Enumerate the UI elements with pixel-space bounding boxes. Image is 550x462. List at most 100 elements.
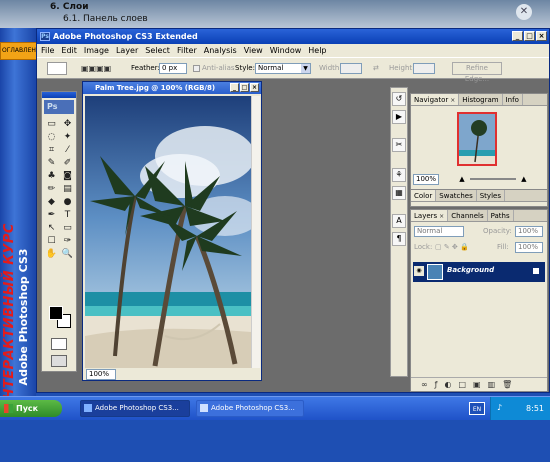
- menu-edit[interactable]: Edit: [61, 46, 77, 55]
- height-input[interactable]: [413, 63, 435, 74]
- tab-navigator[interactable]: Navigator ×: [411, 94, 460, 105]
- magic-wand-icon[interactable]: ✦: [60, 131, 75, 143]
- link-layers-icon[interactable]: ∞: [421, 378, 428, 391]
- hand-tool-icon[interactable]: ✋: [44, 248, 59, 260]
- eraser-tool-icon[interactable]: ✏: [44, 183, 59, 195]
- width-input[interactable]: [340, 63, 362, 74]
- blur-tool-icon[interactable]: ◆: [44, 196, 59, 208]
- adjustment-layer-icon[interactable]: □: [458, 378, 466, 391]
- quick-mask-icon[interactable]: [51, 338, 67, 350]
- close-icon[interactable]: ×: [450, 97, 455, 104]
- tab-layers[interactable]: Layers ×: [411, 210, 449, 221]
- marquee-tool-icon[interactable]: ▭: [44, 118, 59, 130]
- path-selection-icon[interactable]: ↖: [44, 222, 59, 234]
- paragraph-panel-icon[interactable]: ¶: [392, 232, 406, 246]
- menu-layer[interactable]: Layer: [116, 46, 138, 55]
- document-status-bar: 100%: [83, 369, 261, 380]
- tab-styles[interactable]: Styles: [477, 190, 505, 201]
- language-indicator[interactable]: EN: [469, 402, 485, 415]
- eyedropper-icon[interactable]: ✑: [60, 235, 75, 247]
- maximize-button[interactable]: □: [524, 31, 535, 41]
- character-panel-icon[interactable]: A: [392, 214, 406, 228]
- document-window: Palm Tree.jpg @ 100% (RGB/8) _ □ × 100%: [82, 81, 262, 381]
- zoom-field[interactable]: 100%: [86, 369, 116, 380]
- move-tool-icon[interactable]: ✥: [60, 118, 75, 130]
- zoom-in-icon[interactable]: ▲: [521, 175, 526, 183]
- tab-swatches[interactable]: Swatches: [436, 190, 477, 201]
- selection-mode-icons[interactable]: ▣▣▣▣: [81, 63, 121, 74]
- eye-icon[interactable]: ◉: [414, 266, 424, 276]
- menu-filter[interactable]: Filter: [177, 46, 197, 55]
- taskbar-item-course[interactable]: Adobe Photoshop CS3...: [196, 400, 304, 417]
- slice-tool-icon[interactable]: ⁄: [60, 144, 75, 156]
- trash-icon[interactable]: 🗑: [502, 378, 512, 391]
- history-panel-icon[interactable]: ↺: [392, 92, 406, 106]
- antialias-checkbox[interactable]: [193, 65, 200, 72]
- shape-tool-icon[interactable]: ▭: [60, 222, 75, 234]
- zoom-tool-icon[interactable]: 🔍: [60, 248, 75, 260]
- marquee-preset-icon[interactable]: [47, 62, 67, 75]
- palm-tree-photo[interactable]: [85, 96, 251, 368]
- gradient-tool-icon[interactable]: ▤: [60, 183, 75, 195]
- layer-style-icon[interactable]: ƒ: [435, 378, 438, 391]
- menu-file[interactable]: File: [41, 46, 54, 55]
- layer-mask-icon[interactable]: ◐: [445, 378, 452, 391]
- start-button[interactable]: Пуск: [0, 400, 62, 417]
- navigator-zoom-field[interactable]: 100%: [413, 174, 439, 185]
- layer-row-background[interactable]: ◉ Background: [413, 262, 545, 282]
- crop-tool-icon[interactable]: ⌗: [44, 144, 59, 156]
- new-group-icon[interactable]: ▣: [473, 378, 481, 391]
- doc-close-button[interactable]: ×: [250, 83, 259, 92]
- clone-stamp-icon[interactable]: ♣: [44, 170, 59, 182]
- close-icon[interactable]: ×: [439, 213, 444, 220]
- menu-help[interactable]: Help: [308, 46, 326, 55]
- notes-tool-icon[interactable]: ☐: [44, 235, 59, 247]
- refine-edge-button[interactable]: Refine Edge...: [452, 62, 502, 83]
- close-icon[interactable]: ✕: [516, 4, 532, 20]
- menu-image[interactable]: Image: [84, 46, 109, 55]
- lasso-tool-icon[interactable]: ◌: [44, 131, 59, 143]
- doc-minimize-button[interactable]: _: [230, 83, 239, 92]
- close-button[interactable]: ×: [536, 31, 547, 41]
- tool-presets-icon[interactable]: ✂: [392, 138, 406, 152]
- doc-maximize-button[interactable]: □: [240, 83, 249, 92]
- toolbox-grip[interactable]: [42, 92, 76, 98]
- foreground-color-swatch[interactable]: [49, 306, 63, 320]
- opacity-input[interactable]: 100%: [515, 226, 543, 237]
- taskbar-item-photoshop[interactable]: Adobe Photoshop CS3...: [80, 400, 190, 417]
- dodge-tool-icon[interactable]: ●: [60, 196, 75, 208]
- menu-view[interactable]: View: [244, 46, 263, 55]
- menu-analysis[interactable]: Analysis: [204, 46, 237, 55]
- style-select[interactable]: Normal ▼: [255, 63, 311, 74]
- speaker-icon[interactable]: ♪: [497, 403, 502, 412]
- healing-brush-icon[interactable]: ✎: [44, 157, 59, 169]
- feather-input[interactable]: 0 px: [159, 63, 187, 74]
- tab-histogram[interactable]: Histogram: [459, 94, 503, 105]
- blend-mode-select[interactable]: Normal: [414, 226, 464, 237]
- minimize-button[interactable]: _: [512, 31, 523, 41]
- contents-tab[interactable]: ОГЛАВЛЕНИЕ: [0, 42, 40, 60]
- tab-paths[interactable]: Paths: [488, 210, 514, 221]
- brushes-panel-icon[interactable]: ⚘: [392, 168, 406, 182]
- type-tool-icon[interactable]: T: [60, 209, 75, 221]
- menu-window[interactable]: Window: [270, 46, 302, 55]
- zoom-slider[interactable]: [469, 178, 516, 180]
- zoom-out-icon[interactable]: ▲: [459, 175, 464, 183]
- lock-icons[interactable]: ▢ ✎ ✥ 🔒: [435, 242, 469, 253]
- actions-panel-icon[interactable]: ▶: [392, 110, 406, 124]
- pen-tool-icon[interactable]: ✒: [44, 209, 59, 221]
- tab-info[interactable]: Info: [503, 94, 523, 105]
- history-brush-icon[interactable]: ◙: [60, 170, 75, 182]
- swap-icon[interactable]: ⇄: [373, 63, 379, 74]
- photoshop-window: Ps Adobe Photoshop CS3 Extended _ □ × Fi…: [36, 28, 550, 393]
- tab-channels[interactable]: Channels: [448, 210, 488, 221]
- new-layer-icon[interactable]: ▥: [488, 378, 496, 391]
- brush-tool-icon[interactable]: ✐: [60, 157, 75, 169]
- screen-mode-icon[interactable]: [51, 355, 67, 367]
- tab-color[interactable]: Color: [411, 190, 437, 201]
- fill-input[interactable]: 100%: [515, 242, 543, 253]
- menu-select[interactable]: Select: [145, 46, 170, 55]
- clone-source-icon[interactable]: ▦: [392, 186, 406, 200]
- navigator-thumbnail[interactable]: [457, 112, 497, 166]
- vertical-scrollbar[interactable]: [251, 96, 260, 368]
